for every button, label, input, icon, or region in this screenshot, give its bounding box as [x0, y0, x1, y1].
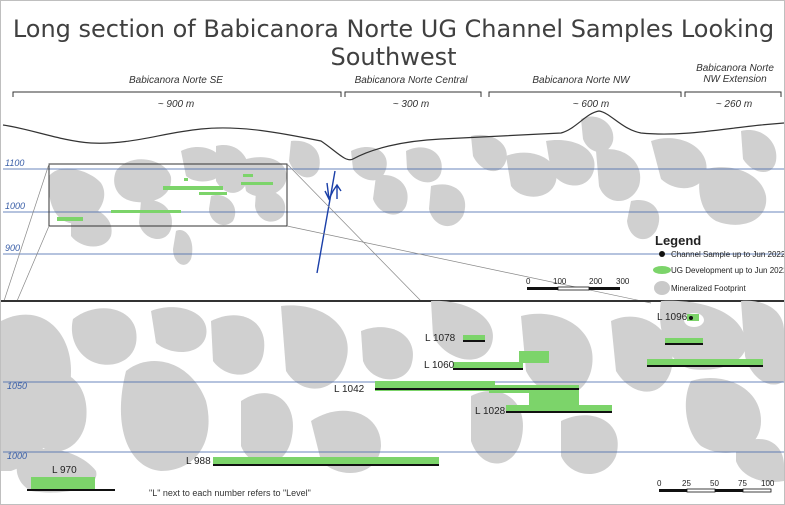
level-label: L 1028 — [475, 406, 506, 417]
zone-brackets — [12, 91, 782, 97]
figure-title: Long section of Babicanora Norte UG Chan… — [12, 15, 775, 71]
level-label: L 1042 — [334, 384, 365, 395]
scale-tick-label: 50 — [710, 479, 719, 488]
legend-item-mineralized-footprint: Mineralized Footprint — [671, 284, 746, 293]
elevation-label: 1000 — [5, 201, 26, 211]
elevation-label: 900 — [5, 243, 21, 253]
level-label: L 1078 — [425, 333, 456, 344]
legend-title: Legend — [655, 233, 702, 248]
elevation-label: 1000 — [7, 451, 28, 461]
level-label: L 1096 — [657, 312, 688, 323]
level-label: L 988 — [186, 456, 211, 467]
zone-label-central: Babicanora Norte Central — [354, 75, 468, 86]
elevation-lines-bottom — [3, 381, 784, 453]
legend-item-ug-development: UG Development up to Jun 2022 — [671, 266, 785, 275]
elevation-label: 1050 — [7, 381, 28, 391]
scale-tick-label: 100 — [553, 277, 567, 286]
scale-bar-top — [527, 286, 620, 291]
zone-label-nw: Babicanora Norte NW — [532, 75, 630, 86]
scale-tick-label: 75 — [738, 479, 747, 488]
zone-label-nw-extension: Babicanora Norte NW Extension — [696, 63, 774, 85]
level-label: L 1060 — [424, 360, 455, 371]
elevation-label: 1100 — [5, 158, 25, 168]
zone-label-se: Babicanora Norte SE — [129, 75, 223, 86]
zone-length-central: ~ 300 m — [392, 99, 430, 110]
scale-tick-label: 25 — [682, 479, 691, 488]
zone-length-nw-extension: ~ 260 m — [715, 99, 753, 110]
legend-item-channel-sample: Channel Sample up to Jun 2022 — [671, 250, 785, 259]
fault-line — [316, 170, 342, 274]
level-label: L 970 — [52, 465, 77, 476]
scale-tick-label: 0 — [657, 479, 662, 488]
scale-bar-bottom — [659, 488, 772, 493]
level-note: "L" next to each number refers to "Level… — [149, 488, 311, 498]
legend: Legend Channel Sample up to Jun 2022 UG … — [647, 233, 785, 301]
scale-tick-label: 300 — [616, 277, 630, 286]
scale-tick-label: 200 — [589, 277, 603, 286]
zone-length-se: ~ 900 m — [157, 99, 195, 110]
scale-tick-label: 100 — [761, 479, 775, 488]
scale-tick-label: 0 — [526, 277, 531, 286]
zone-length-nw: ~ 600 m — [572, 99, 610, 110]
long-section-figure: Long section of Babicanora Norte UG Chan… — [0, 0, 785, 505]
